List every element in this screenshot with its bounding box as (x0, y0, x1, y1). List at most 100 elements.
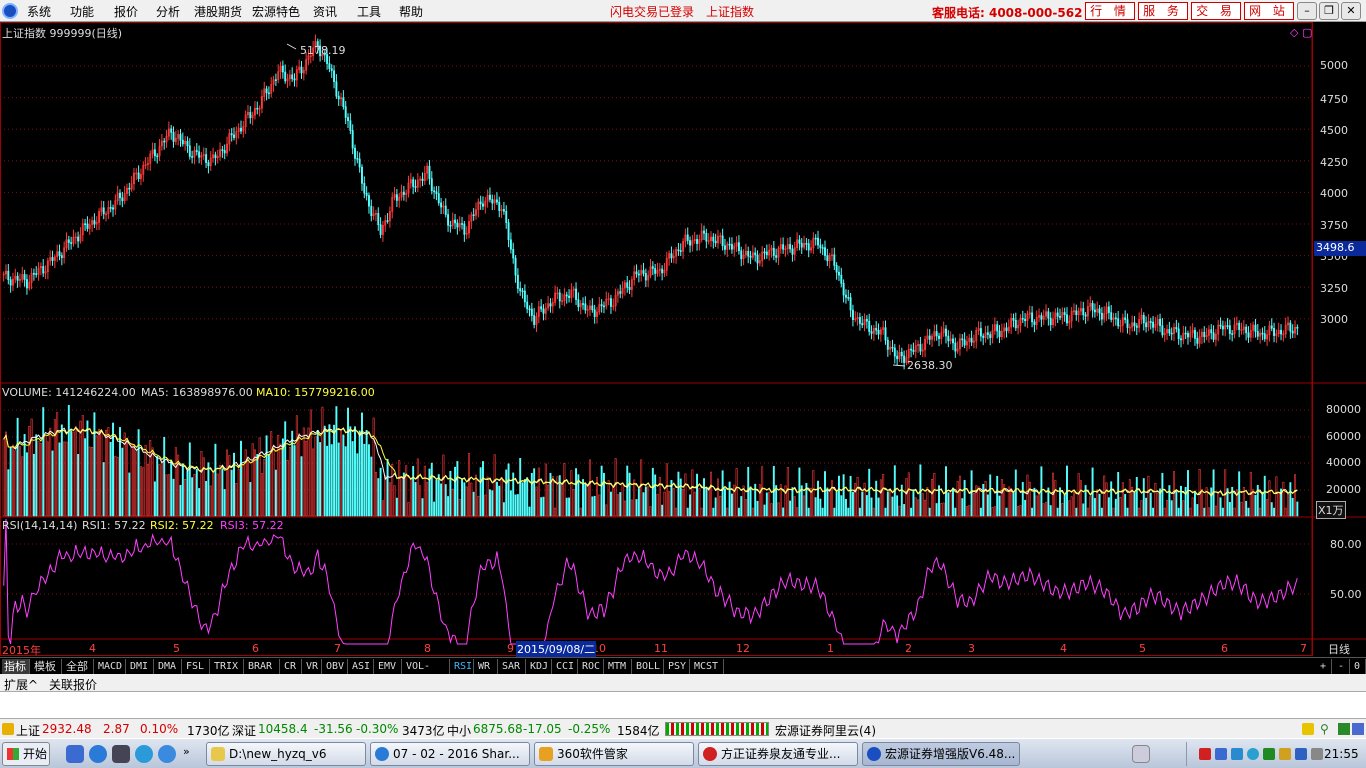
volume-bar (751, 507, 754, 517)
candle-body (344, 106, 347, 118)
close-icon[interactable]: ✕ (1341, 2, 1361, 20)
connection-icon[interactable] (1338, 723, 1350, 735)
minimize-icon[interactable]: – (1297, 2, 1317, 20)
tab-11[interactable]: OBV (324, 659, 348, 674)
menu-news[interactable]: 资讯 (313, 3, 337, 20)
app-logo-icon[interactable] (2, 3, 18, 19)
tab-0[interactable]: 指标 (2, 659, 30, 674)
expand-button[interactable]: 扩展^ (4, 676, 38, 693)
sz-index-name[interactable]: 深证 (232, 722, 256, 739)
tab-5[interactable]: DMA (156, 659, 182, 674)
tab-14[interactable]: VOL-TDX (404, 659, 450, 687)
status-logo-icon[interactable] (2, 723, 14, 735)
tray-ime-icon[interactable] (1199, 748, 1211, 760)
ie-shortcut-icon[interactable] (89, 745, 107, 763)
tab-6[interactable]: FSL (184, 659, 210, 674)
trade-button[interactable]: 交 易 (1191, 2, 1241, 20)
menu-system[interactable]: 系统 (27, 3, 51, 20)
window-shortcut-icon[interactable] (112, 745, 130, 763)
menu-hk-futures[interactable]: 港股期货 (194, 3, 242, 20)
zoom-in-button[interactable]: + (1318, 659, 1332, 674)
server-name[interactable]: 宏源证券阿里云(4) (775, 722, 876, 739)
quicklaunch-more-icon[interactable]: » (183, 745, 195, 763)
menu-quote[interactable]: 报价 (114, 3, 138, 20)
candle-body (765, 251, 768, 256)
flash-trade-status[interactable]: 闪电交易已登录 (610, 3, 694, 20)
menu-function[interactable]: 功能 (70, 3, 94, 20)
signal-icon[interactable]: ⚲ (1320, 722, 1329, 736)
menu-tools[interactable]: 工具 (357, 3, 381, 20)
volume-bar (933, 472, 936, 517)
candle-body (807, 243, 810, 251)
rsi3-label: RSI3: 57.22 (220, 519, 284, 532)
current-index-label[interactable]: 上证指数 (706, 3, 754, 20)
volume-bar (528, 506, 531, 517)
menu-hongyuan-special[interactable]: 宏源特色 (252, 3, 300, 20)
tab-20[interactable]: ROC (580, 659, 604, 674)
pane-options-icon[interactable]: ◇ ▢ (1290, 26, 1312, 39)
account-icon[interactable] (1352, 723, 1364, 735)
tab-8[interactable]: BRAR (246, 659, 280, 674)
desktop-shortcut-icon[interactable] (66, 745, 84, 763)
task-browser[interactable]: 07 - 02 - 2016 Shar... (370, 742, 530, 766)
candle-body (479, 201, 482, 205)
tab-3[interactable]: MACD (96, 659, 126, 674)
restore-icon[interactable]: ❐ (1319, 2, 1339, 20)
tab-22[interactable]: BOLL (634, 659, 664, 674)
tab-19[interactable]: CCI (554, 659, 578, 674)
tab-1[interactable]: 模板 (32, 659, 62, 674)
tab-9[interactable]: CR (282, 659, 302, 674)
period-label[interactable]: 日线 (1328, 641, 1350, 657)
tray-messenger-icon[interactable] (1279, 748, 1291, 760)
tab-7[interactable]: TRIX (212, 659, 244, 674)
chart-area[interactable]: 上证指数 999999(日线) 5178.19 2638.30 ◇ ▢ 5000… (0, 22, 1366, 657)
website-button[interactable]: 网 站 (1244, 2, 1294, 20)
task-explorer[interactable]: D:\new_hyzq_v6 (206, 742, 366, 766)
zoom-out-button[interactable]: - (1336, 659, 1350, 674)
quotes-button[interactable]: 行 情 (1085, 2, 1135, 20)
tab-24[interactable]: MCST (692, 659, 724, 674)
tab-16[interactable]: WR (476, 659, 498, 674)
tab-12[interactable]: ASI (350, 659, 374, 674)
zx-index-name[interactable]: 中小 (447, 722, 471, 739)
notify-icon[interactable] (1302, 723, 1314, 735)
tab-4[interactable]: DMI (128, 659, 154, 674)
volume-bar (977, 486, 980, 517)
volume-bar (198, 488, 201, 517)
volume-bar (575, 468, 578, 517)
task-fangzheng[interactable]: 方正证券泉友通专业... (698, 742, 858, 766)
volume-bar (968, 505, 971, 517)
tab-15[interactable]: RSI (452, 659, 474, 674)
volume-bar (735, 468, 738, 517)
menu-analysis[interactable]: 分析 (156, 3, 180, 20)
tab-17[interactable]: SAR (500, 659, 526, 674)
volume-bar (777, 502, 780, 517)
kline-chart[interactable] (0, 22, 1366, 656)
tab-21[interactable]: MTM (606, 659, 632, 674)
tab-13[interactable]: EMV (376, 659, 402, 674)
tray-shield-icon[interactable] (1231, 748, 1243, 760)
task-hongyuan[interactable]: 宏源证券增强版V6.48... (862, 742, 1020, 766)
tray-power-icon[interactable] (1311, 748, 1323, 760)
tab-18[interactable]: KDJ (528, 659, 552, 674)
tray-volume-icon[interactable] (1295, 748, 1307, 760)
sh-index-name[interactable]: 上证 (16, 722, 40, 739)
browser-shortcut-icon[interactable] (135, 745, 153, 763)
zoom-reset-button[interactable]: 0 (1352, 659, 1366, 674)
qq-shortcut-icon[interactable] (158, 745, 176, 763)
task-360[interactable]: 360软件管家 (534, 742, 694, 766)
tray-guard-icon[interactable] (1263, 748, 1275, 760)
service-button[interactable]: 服 务 (1138, 2, 1188, 20)
tray-360-icon[interactable] (1247, 748, 1259, 760)
tab-2[interactable]: 全部 (64, 659, 94, 674)
keyboard-icon[interactable] (1132, 745, 1150, 763)
start-button[interactable]: 开始 (2, 742, 50, 766)
volume-bar (335, 406, 338, 517)
related-quotes-tab[interactable]: 关联报价 (49, 676, 97, 693)
volume-bar (188, 442, 191, 517)
tab-10[interactable]: VR (304, 659, 322, 674)
rsi2-label: RSI2: 57.22 (150, 519, 214, 532)
tab-23[interactable]: PSY (666, 659, 690, 674)
menu-help[interactable]: 帮助 (399, 3, 423, 20)
tray-network-icon[interactable] (1215, 748, 1227, 760)
